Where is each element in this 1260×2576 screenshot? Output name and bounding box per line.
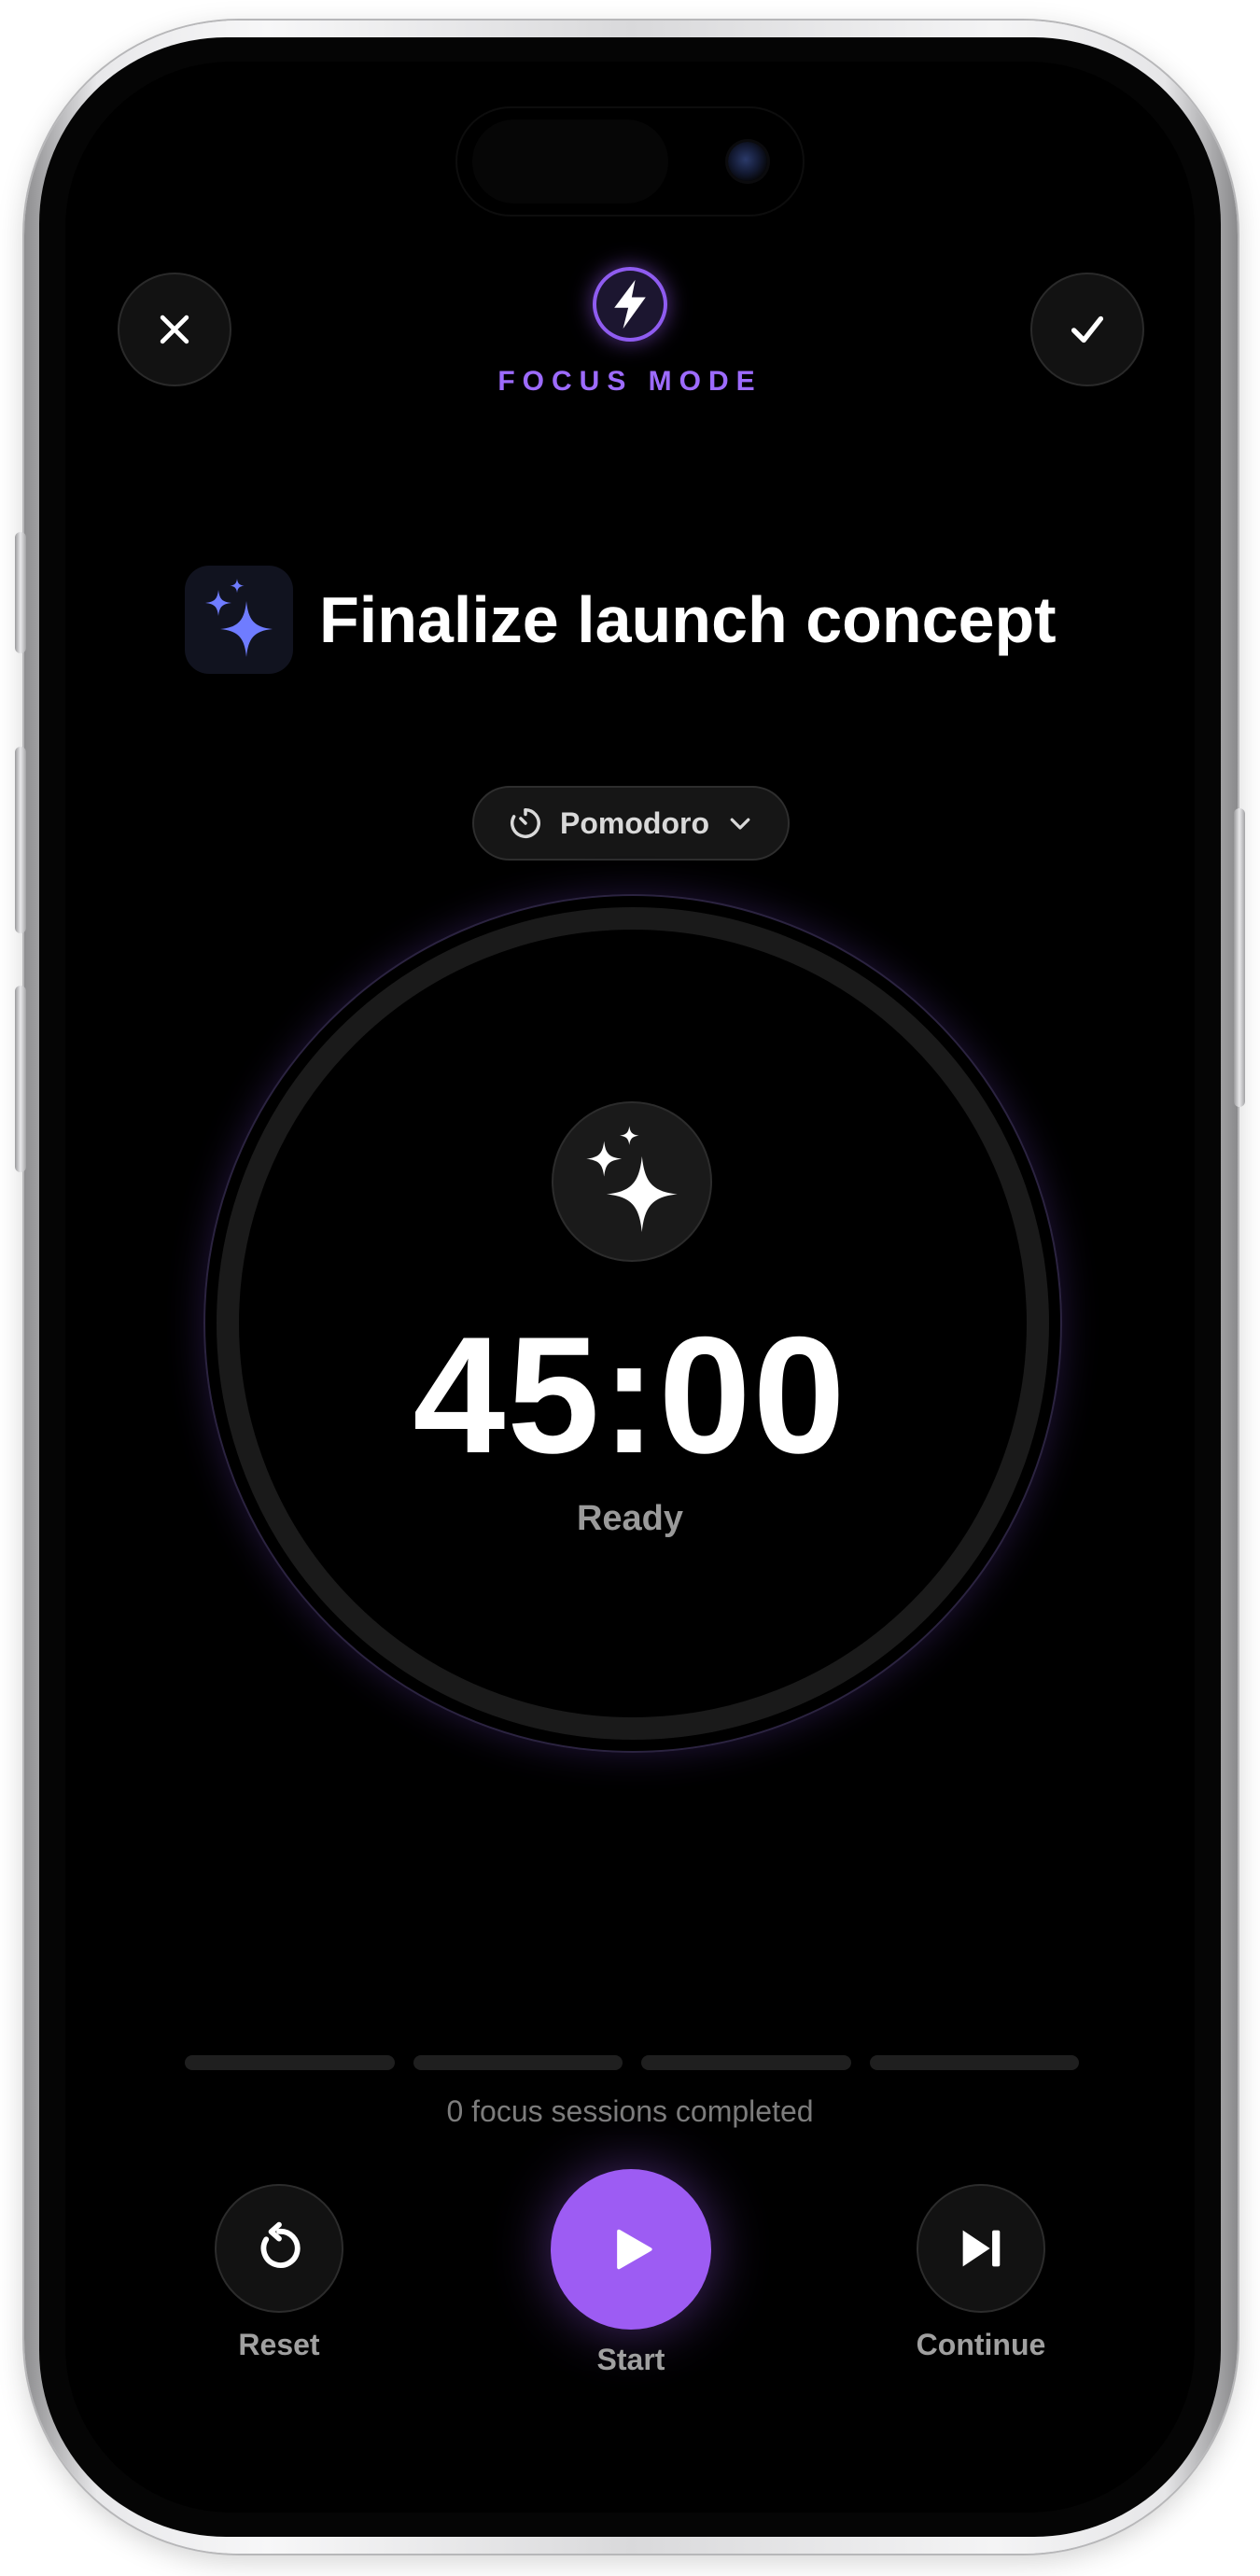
island-sensor: [472, 119, 668, 203]
lightning-bolt-icon: [614, 279, 646, 329]
focus-mode-label: FOCUS MODE: [497, 366, 763, 397]
volume-up-button: [15, 747, 26, 933]
confirm-button[interactable]: [1030, 273, 1144, 386]
session-segment: [869, 2055, 1079, 2070]
dynamic-island: [457, 108, 803, 215]
screen: FOCUS MODE Finalize launch concept Pomod…: [65, 62, 1195, 2513]
session-progress: [185, 2055, 1079, 2070]
skip-forward-icon: [962, 2230, 1001, 2267]
timer-mode-label: Pomodoro: [560, 805, 709, 840]
continue-label: Continue: [916, 2328, 1046, 2361]
session-segment: [413, 2055, 623, 2070]
volume-down-button: [15, 986, 26, 1172]
power-button: [1234, 808, 1245, 1107]
task-title: Finalize launch concept: [319, 583, 1057, 656]
checkmark-icon: [1071, 315, 1104, 343]
timer-mode-dropdown[interactable]: Pomodoro: [472, 786, 790, 861]
reset-button[interactable]: [215, 2184, 343, 2313]
session-segment: [641, 2055, 851, 2070]
chevron-down-icon: [730, 818, 750, 830]
start-label: Start: [596, 2343, 665, 2376]
timer-status: Ready: [576, 1499, 684, 1538]
close-icon: [160, 315, 189, 344]
continue-button[interactable]: [917, 2184, 1045, 2313]
timer-icon: [511, 808, 540, 838]
front-camera: [728, 142, 767, 181]
close-button[interactable]: [118, 273, 231, 386]
task-icon-tile: [185, 566, 293, 674]
sessions-completed-text: 0 focus sessions completed: [446, 2094, 814, 2128]
sparkles-icon: [586, 1126, 678, 1233]
reset-label: Reset: [238, 2328, 320, 2361]
session-segment: [185, 2055, 395, 2070]
timer-center-icon: [552, 1101, 712, 1262]
play-icon: [617, 2229, 652, 2270]
action-button: [15, 532, 26, 653]
start-button[interactable]: [551, 2169, 711, 2330]
timer-countdown: 45:00: [413, 1302, 847, 1488]
sparkles-icon: [205, 579, 273, 657]
focus-mode-badge: [593, 267, 667, 342]
reset-icon: [260, 2221, 301, 2268]
